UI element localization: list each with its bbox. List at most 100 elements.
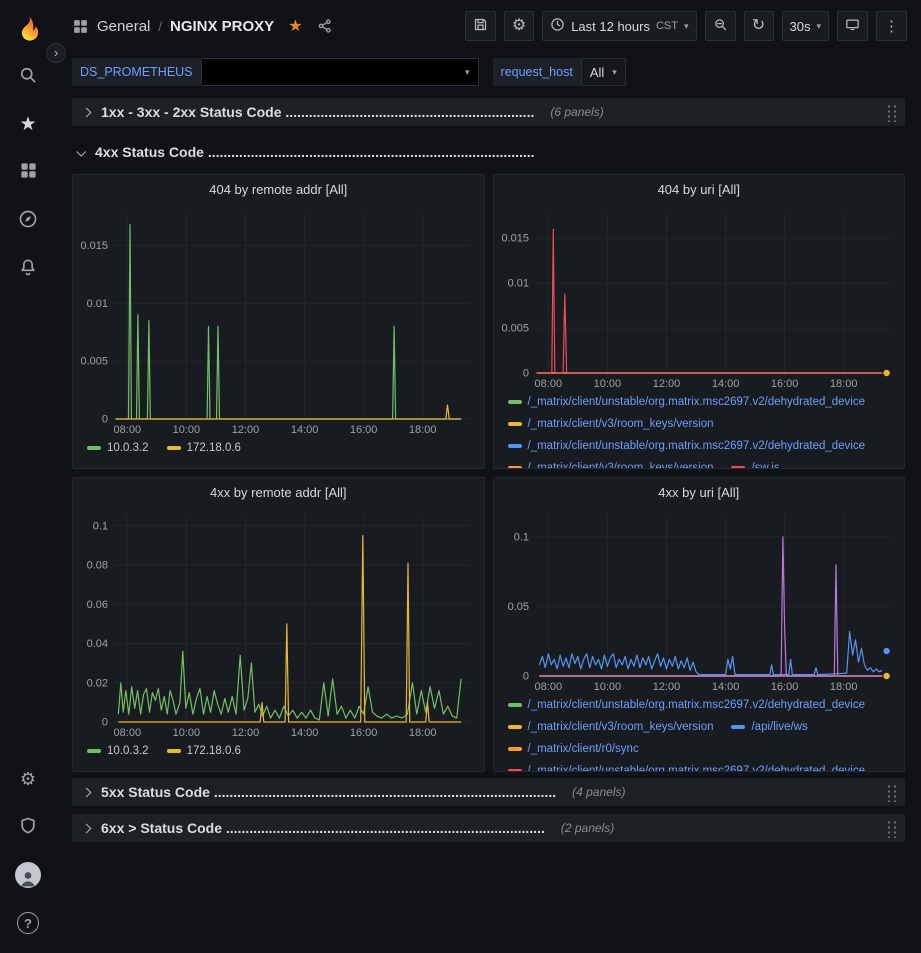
sidebar-item-configuration[interactable]: ⚙ [4,755,52,803]
svg-text:0.1: 0.1 [93,520,108,532]
caret-down-icon: ▾ [816,22,821,31]
gear-icon: ⚙ [20,770,36,788]
legend-label: /_matrix/client/v3/room_keys/version [528,462,714,468]
legend-item[interactable]: /_matrix/client/v3/room_keys/version [508,418,714,430]
search-icon [18,65,38,88]
svg-text:0.015: 0.015 [81,240,109,252]
drag-handle-icon[interactable] [885,103,897,122]
refresh-interval-picker[interactable]: 30s ▾ [782,11,830,41]
legend-item[interactable]: /_matrix/client/unstable/org.matrix.msc2… [508,699,866,711]
svg-text:18:00: 18:00 [830,681,858,693]
svg-text:14:00: 14:00 [291,424,319,436]
clock-icon [550,17,565,35]
legend-item[interactable]: /_matrix/client/unstable/org.matrix.msc2… [508,396,866,408]
sidebar-item-server-admin[interactable] [4,803,52,851]
row-1xx-3xx-2xx-status-code[interactable]: 1xx - 3xx - 2xx Status Code ............… [72,98,905,126]
legend-item[interactable]: /api/live/ws [731,721,807,733]
time-range-picker[interactable]: Last 12 hours CST ▾ [542,11,696,41]
panel-header[interactable]: 4xx by remote addr [All] [73,478,484,506]
legend-label: 172.18.0.6 [187,745,241,757]
zoom-out-time-button[interactable] [705,11,736,41]
legend-item[interactable]: /_matrix/client/r0/sync [508,743,639,755]
legend-label: /_matrix/client/r0/sync [528,743,639,755]
panel-chart[interactable]: 00.0050.010.01508:0010:0012:0014:0016:00… [76,205,480,437]
sidebar-expand-button[interactable]: › [46,43,66,63]
apps-icon [72,18,89,35]
chevron-down-icon [76,146,86,156]
svg-text:10:00: 10:00 [173,424,201,436]
request-host-select[interactable]: All ▾ [581,58,626,86]
legend-label: /_matrix/client/v3/room_keys/version [528,721,714,733]
dashboard-title[interactable]: NGINX PROXY [170,18,274,35]
legend-item[interactable]: /_matrix/client/unstable/org.matrix.msc2… [508,440,866,452]
sidebar-item-help[interactable]: ? [4,899,52,947]
panel-title: 404 by uri [All] [658,182,740,197]
sidebar-item-starred[interactable]: ★ [4,100,52,148]
panel-title: 404 by remote addr [All] [209,182,347,197]
panel-chart[interactable]: 00.020.040.060.080.108:0010:0012:0014:00… [76,508,480,740]
legend-item[interactable]: 172.18.0.6 [167,442,241,454]
legend-item[interactable]: 172.18.0.6 [167,745,241,757]
panel-title: 4xx by remote addr [All] [210,485,347,500]
drag-handle-icon[interactable] [885,783,897,802]
sidebar-item-explore[interactable] [4,196,52,244]
monitor-icon [845,17,860,35]
row-6xx-status-code[interactable]: 6xx > Status Code ......................… [72,814,905,842]
drag-handle-icon[interactable] [885,819,897,838]
legend-label: /sw.js [751,462,779,468]
dashboard-settings-button[interactable]: ⚙ [504,11,534,41]
legend-item[interactable]: /_matrix/client/v3/room_keys/version [508,721,714,733]
tv-mode-button[interactable] [837,11,868,41]
legend-item[interactable]: /sw.js [731,462,779,468]
row-5xx-status-code[interactable]: 5xx Status Code ........................… [72,778,905,806]
sidebar-item-alerting[interactable] [4,244,52,292]
panel-chart[interactable]: 00.050.108:0010:0012:0014:0016:0018:00 [497,508,901,694]
panel-header[interactable]: 404 by remote addr [All] [73,175,484,203]
svg-text:0.05: 0.05 [507,601,528,613]
request-host-value: All [590,65,604,80]
person-icon [18,868,38,888]
legend-item[interactable]: /_matrix/client/v3/room_keys/version [508,462,714,468]
datasource-select[interactable]: ▾ [201,58,479,86]
app-root: ★ ⚙ [0,0,921,953]
svg-text:08:00: 08:00 [114,424,142,436]
panel-header[interactable]: 404 by uri [All] [494,175,905,203]
legend-swatch-icon [167,749,181,753]
legend-swatch-icon [731,466,745,468]
favorite-star-icon[interactable]: ★ [288,16,302,36]
legend-row: 10.0.3.2 172.18.0.6 [87,740,478,762]
sidebar-item-dashboards[interactable] [4,148,52,196]
svg-text:14:00: 14:00 [712,378,740,390]
row-title: 4xx Status Code ........................… [95,144,535,160]
chevron-right-icon [82,787,92,797]
legend-item[interactable]: /_matrix/client/unstable/org.matrix.msc2… [508,765,866,771]
kebab-icon: ⋮ [884,19,899,34]
row-4xx-status-code[interactable]: 4xx Status Code ........................… [72,138,905,166]
sidebar-item-profile[interactable] [4,851,52,899]
kebab-menu-button[interactable]: ⋮ [876,11,907,41]
legend-item[interactable]: 10.0.3.2 [87,442,149,454]
variable-datasource: DS_PROMETHEUS ▾ [72,58,479,86]
panel-chart[interactable]: 00.0050.010.01508:0010:0012:0014:0016:00… [497,205,901,391]
panel-title: 4xx by uri [All] [658,485,739,500]
legend-item[interactable]: 10.0.3.2 [87,745,149,757]
svg-text:0.02: 0.02 [87,677,108,689]
svg-text:12:00: 12:00 [232,727,260,739]
save-dashboard-button[interactable] [465,11,496,41]
refresh-button[interactable]: ↻ [744,11,774,41]
sidebar-item-search[interactable] [4,52,52,100]
svg-text:10:00: 10:00 [593,681,621,693]
legend-swatch-icon [167,446,181,450]
top-navbar: General / NGINX PROXY ★ ⚙ [56,0,921,52]
row-title: 5xx Status Code ........................… [101,784,556,800]
row-panel-count: (4 panels) [572,785,625,799]
share-icon[interactable] [317,18,333,34]
legend-swatch-icon [508,466,522,468]
svg-text:0: 0 [102,717,108,729]
legend-swatch-icon [508,703,522,707]
breadcrumb-folder[interactable]: General [97,18,150,35]
svg-text:16:00: 16:00 [350,727,378,739]
timezone-label: CST [656,20,678,32]
grafana-logo[interactable] [13,8,43,52]
panel-header[interactable]: 4xx by uri [All] [494,478,905,506]
